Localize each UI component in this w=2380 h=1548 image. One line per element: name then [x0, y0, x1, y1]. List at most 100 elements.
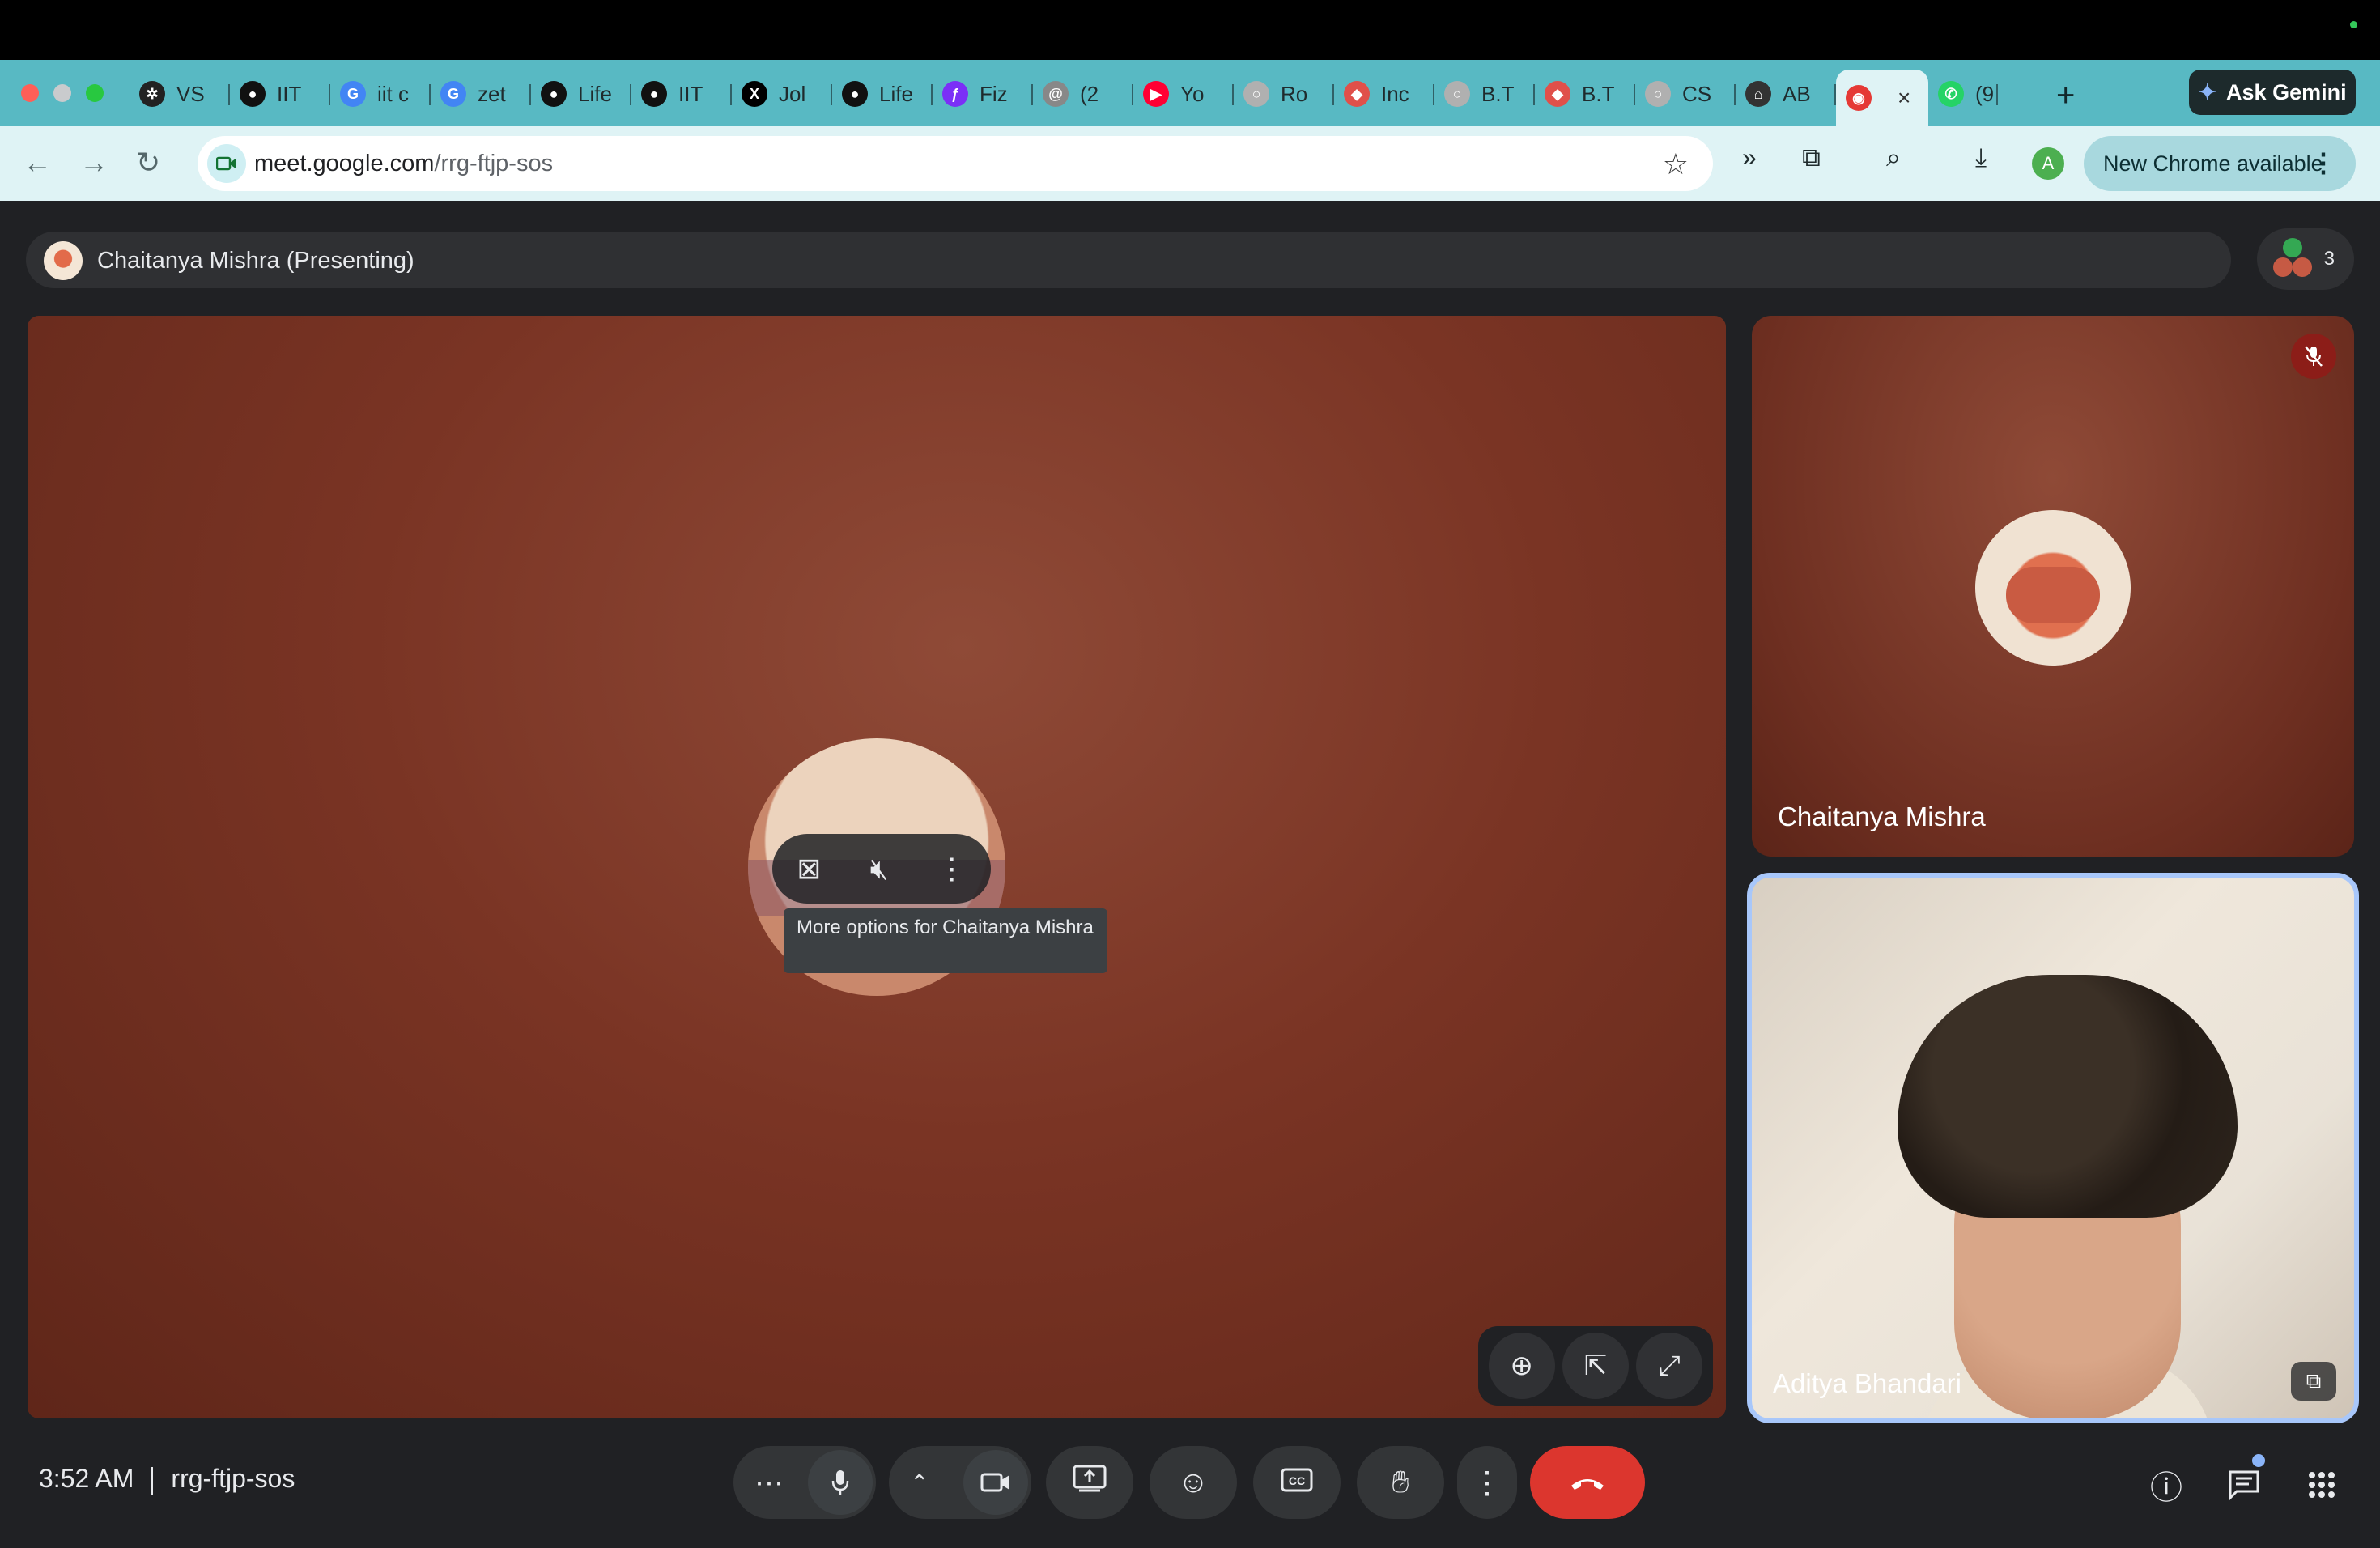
- extension-shortcut-icon[interactable]: »: [1742, 142, 1757, 172]
- download-icon[interactable]: ⤓: [1975, 142, 1987, 173]
- presenting-banner: Chaitanya Mishra (Presenting): [26, 232, 2231, 288]
- closed-captions-icon: CC: [1281, 1465, 1313, 1500]
- microphone-icon[interactable]: [808, 1450, 873, 1515]
- meeting-details-info-icon[interactable]: ⓘ: [2144, 1462, 2189, 1508]
- tab-title: (9: [1975, 81, 1995, 106]
- fullscreen-icon[interactable]: ⤢: [1636, 1333, 1703, 1399]
- more-options-button[interactable]: ⋮: [1457, 1446, 1517, 1519]
- browser-tab[interactable]: ▶ Yo: [1133, 70, 1234, 118]
- more-options-icon[interactable]: ⋮: [937, 852, 967, 886]
- raise-hand-button[interactable]: ✋︎: [1357, 1446, 1444, 1519]
- leave-call-button[interactable]: [1530, 1446, 1645, 1519]
- tab-title: B.T: [1582, 81, 1615, 106]
- panda-icon: ●: [641, 81, 667, 107]
- browser-tab[interactable]: ● Life: [832, 70, 933, 118]
- participants-button[interactable]: 3: [2257, 228, 2354, 290]
- chat-notification-dot: [2252, 1454, 2265, 1467]
- meeting-code: rrg-ftjp-sos: [171, 1464, 295, 1493]
- browser-tab[interactable]: ⌂ AB: [1736, 70, 1836, 118]
- ask-gemini-button[interactable]: ✦ Ask Gemini: [2189, 70, 2356, 115]
- whatsapp-icon: ✆: [1938, 81, 1964, 107]
- captions-button[interactable]: CC: [1253, 1446, 1341, 1519]
- close-window-button[interactable]: [21, 84, 39, 102]
- url-host: meet.google.com: [254, 151, 435, 176]
- forward-arrow-icon[interactable]: →: [79, 146, 108, 180]
- browser-tab[interactable]: ○ CS: [1635, 70, 1736, 118]
- back-arrow-icon[interactable]: ←: [23, 146, 52, 180]
- participant-tile-chaitanya[interactable]: Chaitanya Mishra: [1752, 316, 2354, 857]
- tab-title: Ro: [1281, 81, 1308, 106]
- main-video-tile[interactable]: ⊠ 🔇︎ ⋮ More options for Chaitanya Mishra…: [28, 316, 1726, 1418]
- tab-search-icon[interactable]: ⌕: [1886, 142, 1901, 173]
- browser-tab[interactable]: ƒ Fiz: [933, 70, 1033, 118]
- unpin-icon[interactable]: ⊠: [797, 852, 821, 886]
- camera-icon[interactable]: [963, 1450, 1028, 1515]
- tab-title: Fiz: [980, 81, 1008, 106]
- present-screen-button[interactable]: [1046, 1446, 1133, 1519]
- chrome-menu-icon[interactable]: ⋮: [2310, 147, 2336, 178]
- circle-icon: ○: [1444, 81, 1470, 107]
- browser-tab[interactable]: ✲ VS: [130, 70, 230, 118]
- zoom-window-button[interactable]: [86, 84, 104, 102]
- mic-control-group: ⋯: [733, 1446, 876, 1519]
- browser-tab[interactable]: ● IIT: [230, 70, 330, 118]
- bookmark-star-icon[interactable]: ☆: [1663, 147, 1689, 181]
- close-tab-icon[interactable]: ×: [1898, 85, 1910, 111]
- browser-tab[interactable]: ○ Ro: [1234, 70, 1334, 118]
- browser-tab[interactable]: Giit c: [330, 70, 431, 118]
- x-icon: X: [742, 81, 767, 107]
- browser-tab[interactable]: ○ B.T: [1434, 70, 1535, 118]
- camera-control-group: ⌃: [889, 1446, 1031, 1519]
- tab-title: Yo: [1180, 81, 1205, 106]
- activities-grid-icon[interactable]: [2299, 1462, 2344, 1508]
- pop-out-icon[interactable]: ⇱: [1562, 1333, 1629, 1399]
- tab-title: (2: [1080, 81, 1099, 106]
- browser-tab-strip: ✲ VS ● IIT Giit c Gzet ● Life ● IIT X Jol ● Life ƒ Fiz @…: [0, 60, 2380, 126]
- tile-hover-controls: ⊠ 🔇︎ ⋮: [772, 834, 991, 904]
- macos-menu-bar: [0, 0, 2380, 60]
- tab-title: B.T: [1481, 81, 1515, 106]
- tab-title: iit c: [377, 81, 409, 106]
- new-chrome-available-button[interactable]: New Chrome available ⋮: [2084, 136, 2356, 191]
- tab-title: AB: [1783, 81, 1811, 106]
- fizz-icon: ƒ: [942, 81, 968, 107]
- reload-icon[interactable]: ↻: [136, 146, 160, 180]
- presenting-label: Chaitanya Mishra (Presenting): [97, 248, 414, 274]
- cse-icon: ⌂: [1745, 81, 1771, 107]
- minimize-window-button[interactable]: [53, 84, 71, 102]
- browser-tab[interactable]: Gzet: [431, 70, 531, 118]
- hand-icon: ✋︎: [1392, 1465, 1409, 1499]
- browser-tab[interactable]: ● IIT: [631, 70, 732, 118]
- mute-audio-icon[interactable]: 🔇︎: [870, 852, 889, 887]
- profile-avatar[interactable]: A: [2032, 147, 2064, 180]
- participant-count: 3: [2323, 248, 2335, 270]
- panda-icon: ●: [240, 81, 266, 107]
- meet-site-icon[interactable]: [207, 144, 246, 183]
- video-settings-chevron-icon[interactable]: ⌃: [910, 1469, 929, 1496]
- address-bar[interactable]: meet.google.com/rrg-ftjp-sos ☆: [198, 136, 1713, 191]
- end-call-icon: [1568, 1465, 1607, 1500]
- browser-tab[interactable]: @ (2: [1033, 70, 1133, 118]
- circle-icon: ○: [1645, 81, 1671, 107]
- recording-icon: ◉: [1846, 85, 1872, 111]
- browser-tab[interactable]: ✆ (9: [1928, 70, 1998, 118]
- active-browser-tab[interactable]: ◉ ×: [1836, 70, 1928, 126]
- url-text[interactable]: meet.google.com/rrg-ftjp-sos: [254, 151, 553, 177]
- zoom-in-icon[interactable]: ⊕: [1488, 1333, 1555, 1399]
- new-tab-button[interactable]: +: [2056, 78, 2075, 114]
- chat-icon[interactable]: [2221, 1462, 2267, 1508]
- tab-title: IIT: [678, 81, 703, 106]
- browser-tab[interactable]: X Jol: [732, 70, 832, 118]
- google-icon: G: [440, 81, 466, 107]
- current-time: 3:52 AM: [39, 1464, 134, 1493]
- panda-icon: ●: [541, 81, 567, 107]
- audio-settings-icon[interactable]: ⋯: [754, 1465, 784, 1499]
- reactions-button[interactable]: ☺: [1150, 1446, 1237, 1519]
- browser-tab[interactable]: ◆ B.T: [1535, 70, 1635, 118]
- extensions-puzzle-icon[interactable]: ⧉: [1802, 142, 1821, 173]
- participant-tile-aditya[interactable]: Aditya Bhandari ⧉: [1747, 873, 2359, 1423]
- browser-tab[interactable]: ◆ Inc: [1334, 70, 1434, 118]
- browser-tab[interactable]: ● Life: [531, 70, 631, 118]
- mic-muted-icon: [2291, 334, 2336, 379]
- picture-in-picture-icon[interactable]: ⧉: [2291, 1362, 2336, 1401]
